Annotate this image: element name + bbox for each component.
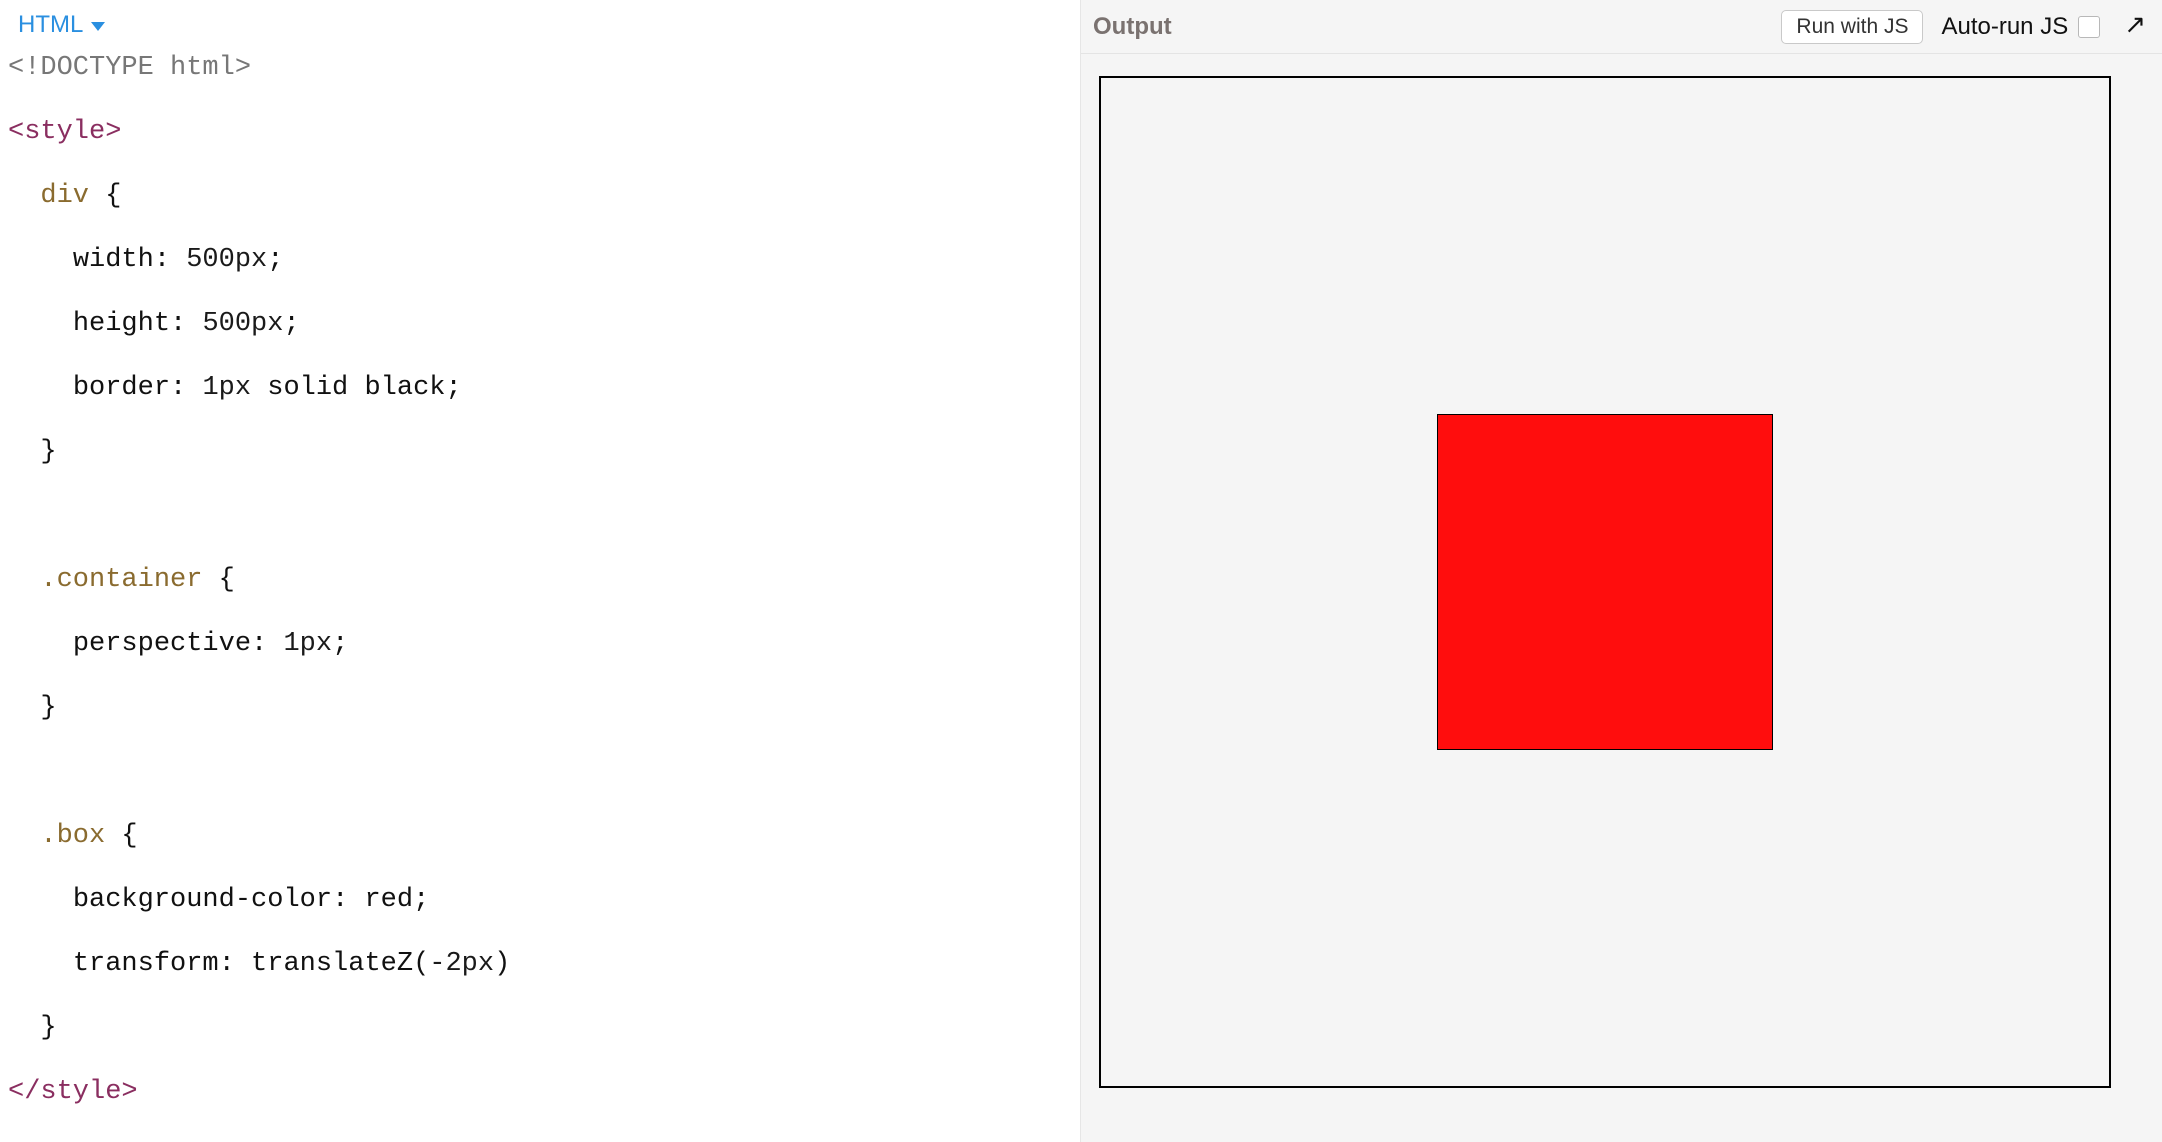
code-line[interactable]: <style> <box>8 116 1072 148</box>
code-line[interactable]: .container { <box>8 564 1072 596</box>
code-line[interactable]: width: 500px; <box>8 244 1072 276</box>
code-line[interactable]: </style> <box>8 1076 1072 1108</box>
output-header: Output Run with JS Auto-run JS ↗ <box>1081 0 2162 54</box>
autorun-checkbox[interactable] <box>2078 16 2100 38</box>
code-line[interactable] <box>8 756 1072 788</box>
code-line[interactable]: height: 500px; <box>8 308 1072 340</box>
code-line[interactable]: } <box>8 436 1072 468</box>
code-line[interactable]: } <box>8 692 1072 724</box>
output-title: Output <box>1093 13 1172 41</box>
code-line[interactable]: } <box>8 1012 1072 1044</box>
code-line[interactable]: <!DOCTYPE html> <box>8 52 1072 84</box>
editor-tab-label: HTML <box>18 11 83 39</box>
editor-panel: HTML <!DOCTYPE html> <style> div { width… <box>0 0 1081 1142</box>
code-line[interactable]: border: 1px solid black; <box>8 372 1072 404</box>
editor-tabs: HTML <box>0 0 1080 50</box>
chevron-down-icon <box>91 22 105 31</box>
rendered-container <box>1099 76 2111 1088</box>
autorun-label: Auto-run JS <box>1941 13 2068 41</box>
autorun-toggle[interactable]: Auto-run JS <box>1941 13 2100 41</box>
code-editor[interactable]: <!DOCTYPE html> <style> div { width: 500… <box>0 50 1080 1142</box>
code-line[interactable] <box>8 500 1072 532</box>
output-body <box>1081 54 2162 1142</box>
code-line[interactable]: .box { <box>8 820 1072 852</box>
code-line[interactable]: div { <box>8 180 1072 212</box>
popout-icon[interactable]: ↗ <box>2120 9 2150 40</box>
output-panel: Output Run with JS Auto-run JS ↗ <box>1081 0 2162 1142</box>
rendered-box <box>1437 414 1773 750</box>
code-line[interactable]: background-color: red; <box>8 884 1072 916</box>
run-with-js-button[interactable]: Run with JS <box>1781 10 1923 44</box>
editor-tab-html[interactable]: HTML <box>10 5 113 45</box>
code-line[interactable]: transform: translateZ(-2px) <box>8 948 1072 980</box>
code-line[interactable]: perspective: 1px; <box>8 628 1072 660</box>
